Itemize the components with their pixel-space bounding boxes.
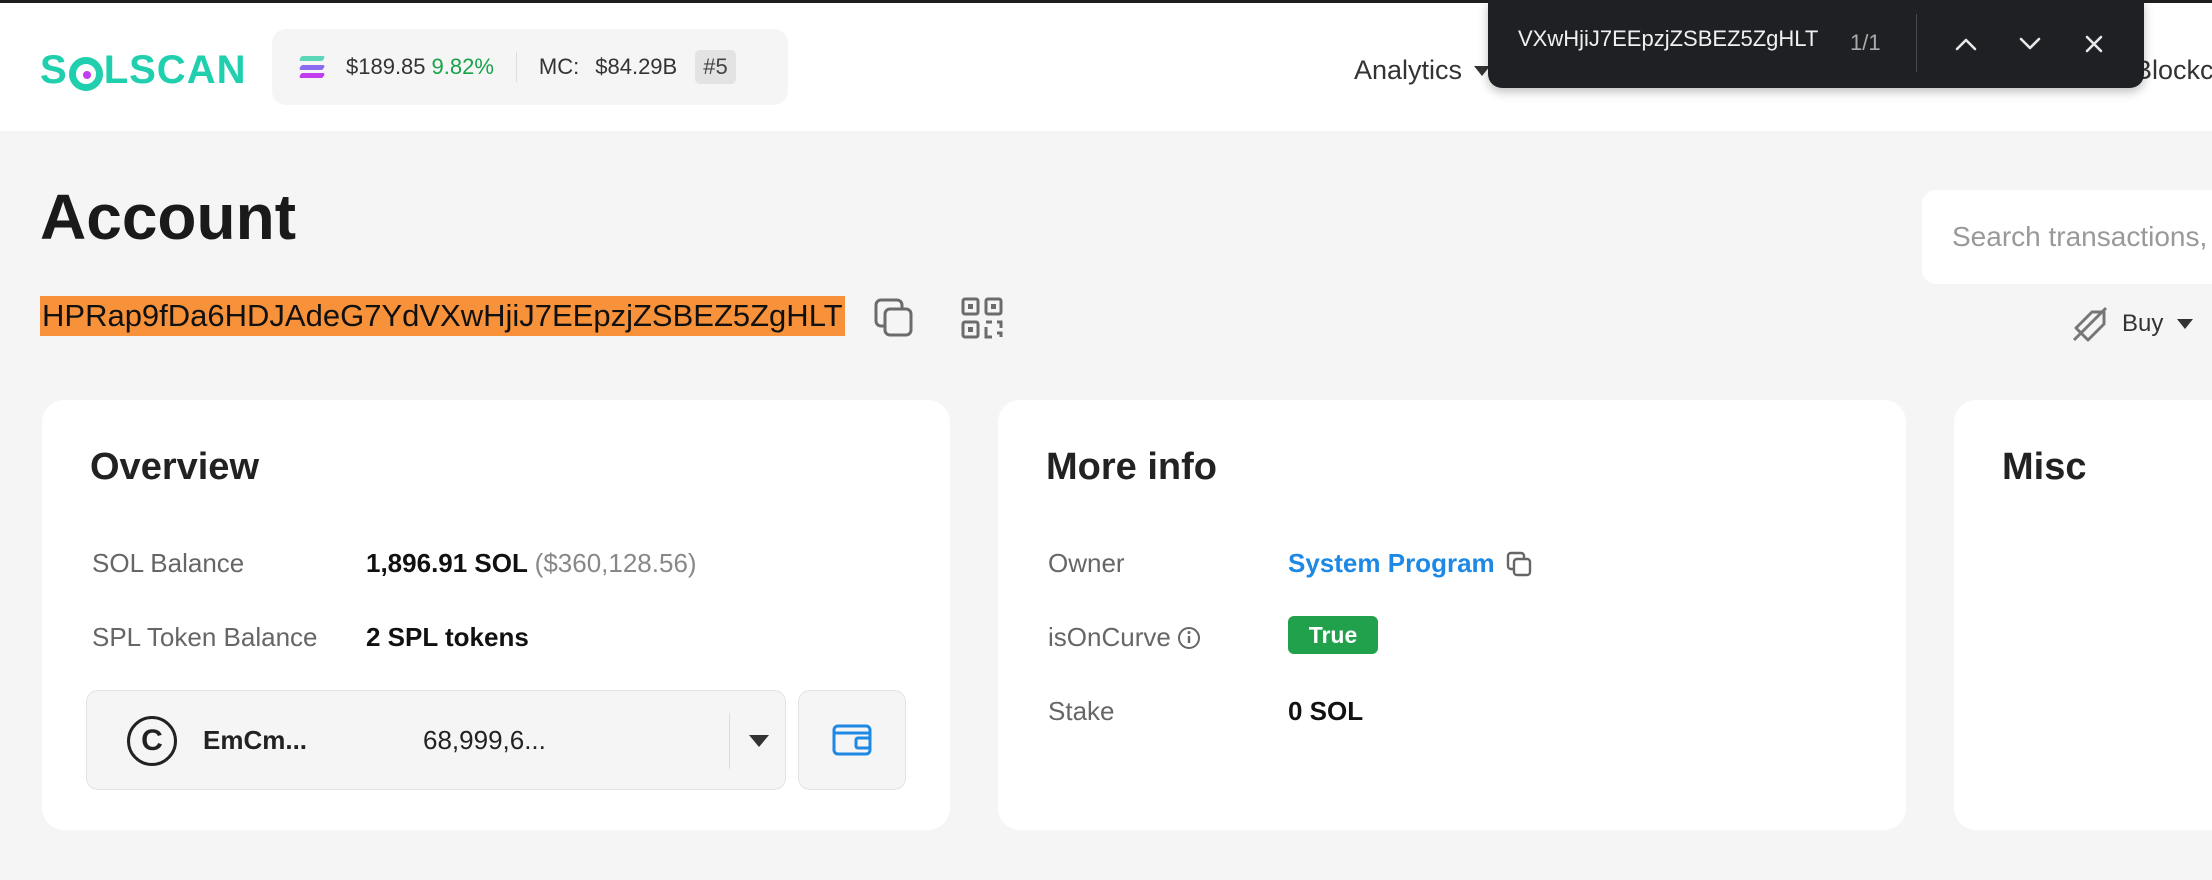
sol-balance-value: 1,896.91 SOL ($360,128.56): [366, 548, 697, 579]
search-input[interactable]: Search transactions,: [1922, 190, 2212, 284]
rank-badge: #5: [695, 50, 736, 84]
sol-balance-usd: ($360,128.56): [534, 548, 697, 578]
is-on-curve-label: isOnCurve: [1048, 622, 1171, 652]
find-in-page-bar: VXwHjiJ7EEpzjZSBEZ5ZgHLT 1/1: [1488, 0, 2144, 88]
overview-card: Overview SOL Balance 1,896.91 SOL ($360,…: [42, 400, 950, 830]
misc-title: Misc: [2002, 446, 2087, 488]
find-next-button[interactable]: [2008, 22, 2052, 66]
info-icon[interactable]: [1177, 626, 1201, 650]
sol-price-ticker: $189.85 9.82% MC: $84.29B #5: [272, 29, 788, 105]
find-divider: [1916, 14, 1917, 72]
overview-title: Overview: [90, 446, 259, 488]
owner-label: Owner: [1048, 548, 1125, 578]
copy-icon[interactable]: [1505, 550, 1533, 578]
chevron-up-icon: [1955, 38, 1977, 51]
nav-analytics[interactable]: Analytics: [1354, 55, 1491, 86]
account-address: HPRap9fDa6HDJAdeG7YdVXwHjiJ7EEpzjZSBEZ5Z…: [40, 296, 845, 336]
nav-analytics-label: Analytics: [1354, 55, 1463, 85]
sol-balance-amount: 1,896.91 SOL: [366, 548, 528, 578]
logo-text-post: LSCAN: [103, 47, 247, 92]
qr-code-button[interactable]: [960, 296, 1004, 340]
logo-text-pre: S: [40, 47, 68, 92]
chevron-down-icon: [2019, 37, 2041, 50]
token-amount: 68,999,6...: [423, 725, 546, 755]
wallet-icon: [832, 724, 872, 756]
chevron-down-icon: [749, 735, 769, 747]
nav-blockchain[interactable]: Blockc: [2134, 55, 2212, 86]
find-query: VXwHjiJ7EEpzjZSBEZ5ZgHLT: [1518, 26, 1818, 51]
owner-link[interactable]: System Program: [1288, 548, 1495, 579]
stake-value: 0 SOL: [1288, 696, 1364, 726]
more-info-card: More info Owner System Program isOnCurve…: [998, 400, 1906, 830]
sol-price-change: 9.82%: [431, 54, 494, 79]
sol-price: $189.85: [346, 54, 426, 79]
market-cap-label: MC:: [538, 54, 580, 79]
spl-token-balance-value: 2 SPL tokens: [366, 622, 529, 652]
find-match-count: 1/1: [1850, 30, 1881, 55]
owner-value: System Program: [1288, 548, 1533, 579]
tag-icon: [2072, 306, 2108, 342]
copy-icon: [874, 298, 913, 337]
is-on-curve-label-group: isOnCurve: [1048, 622, 1201, 653]
sol-balance-label: SOL Balance: [92, 548, 245, 578]
wallet-button[interactable]: [798, 690, 906, 790]
copy-address-button[interactable]: [872, 296, 916, 340]
logo-o-icon: [68, 57, 103, 91]
is-on-curve-badge: True: [1288, 616, 1378, 654]
qr-code-icon: [961, 297, 1003, 339]
close-icon: [2085, 35, 2103, 53]
find-input[interactable]: VXwHjiJ7EEpzjZSBEZ5ZgHLT: [1518, 26, 1818, 60]
solscan-logo[interactable]: S LSCAN: [40, 45, 246, 95]
token-divider: [729, 713, 730, 769]
search-placeholder: Search transactions,: [1952, 221, 2208, 252]
find-close-button[interactable]: [2072, 22, 2116, 66]
token-icon: C: [127, 716, 177, 766]
market-cap-value: $84.29B: [595, 54, 678, 79]
buy-label: Buy: [2122, 310, 2164, 337]
ticker-divider: [515, 52, 517, 82]
token-selector[interactable]: C EmCm... 68,999,6...: [86, 690, 786, 790]
spl-token-balance-label: SPL Token Balance: [92, 622, 318, 652]
stake-label: Stake: [1048, 696, 1115, 726]
chevron-down-icon: [2177, 319, 2194, 329]
buy-dropdown[interactable]: Buy: [2072, 306, 2194, 342]
misc-card: Misc: [1954, 400, 2212, 830]
page-title: Account: [40, 181, 296, 253]
more-info-title: More info: [1046, 446, 1217, 488]
token-name: EmCm...: [203, 725, 308, 755]
solana-icon: [298, 56, 326, 78]
find-previous-button[interactable]: [1944, 22, 1988, 66]
